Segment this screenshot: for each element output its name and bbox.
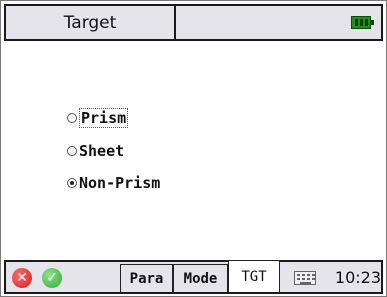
tab-tgt[interactable]: TGT	[228, 260, 280, 292]
option-sheet[interactable]: Sheet	[67, 140, 124, 162]
tab-mode[interactable]: Mode	[173, 264, 228, 292]
tab-para[interactable]: Para	[120, 264, 173, 292]
cancel-icon[interactable]: ✕	[12, 268, 32, 288]
bottom-bar: ✕ ✓ Para Mode TGT 10:23	[4, 260, 383, 294]
battery-icon	[351, 16, 374, 29]
device-screen: Target Prism Sheet Non-Prism ✕ ✓ Para Mo…	[0, 0, 387, 297]
keyboard-icon[interactable]	[294, 271, 316, 285]
option-sheet-label: Sheet	[79, 142, 125, 160]
radio-non-prism[interactable]	[67, 178, 77, 188]
clock: 10:23	[334, 267, 381, 287]
option-non-prism[interactable]: Non-Prism	[67, 172, 160, 194]
ok-icon[interactable]: ✓	[42, 268, 62, 288]
option-prism[interactable]: Prism	[67, 107, 129, 129]
radio-sheet[interactable]	[67, 146, 77, 156]
option-non-prism-label: Non-Prism	[79, 174, 161, 192]
status-area	[176, 6, 381, 39]
radio-prism[interactable]	[67, 113, 77, 123]
window-title: Target	[6, 6, 176, 39]
option-prism-label: Prism	[79, 108, 129, 128]
title-bar: Target	[4, 4, 383, 41]
